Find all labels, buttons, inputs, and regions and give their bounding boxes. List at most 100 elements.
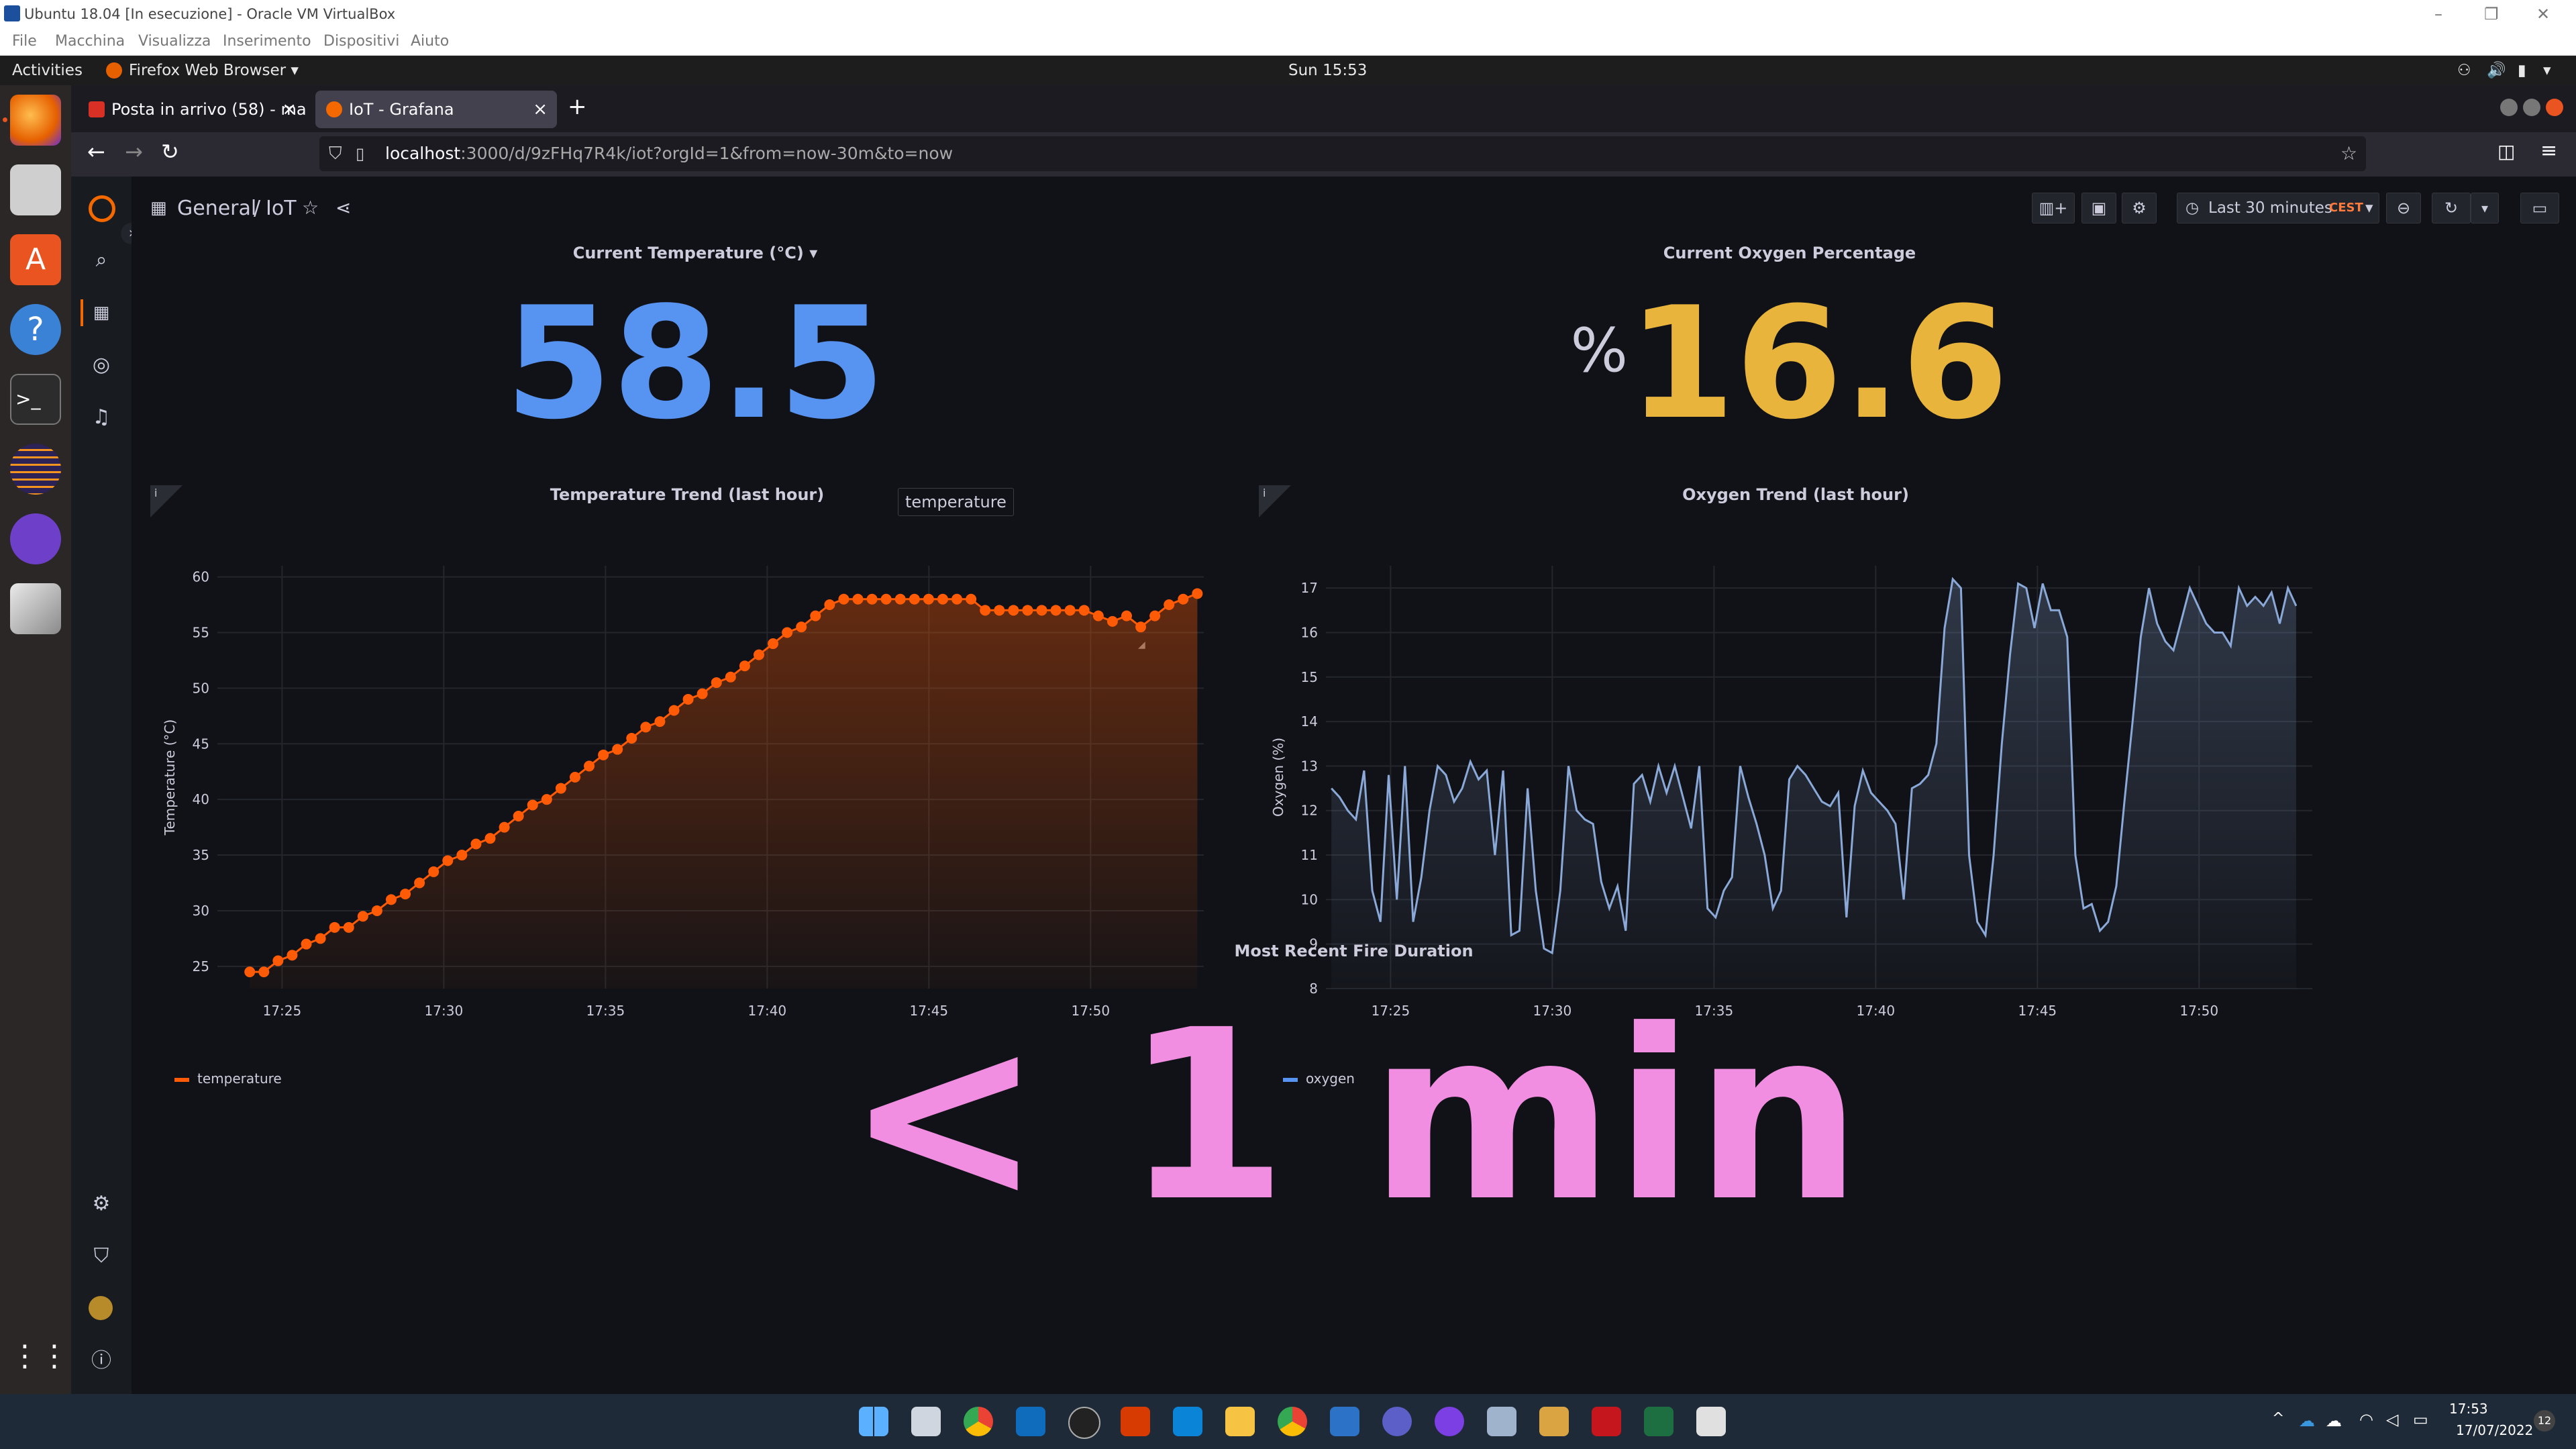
mail-icon[interactable] xyxy=(1016,1407,1045,1436)
panel-title[interactable]: Current Oxygen Percentage xyxy=(1261,244,2318,262)
data-point[interactable] xyxy=(499,821,510,833)
cloud-icon[interactable]: ☁ xyxy=(2326,1411,2342,1430)
wifi-icon[interactable]: ◠ xyxy=(2359,1410,2373,1429)
tv-mode-icon[interactable]: ▭ xyxy=(2520,193,2559,223)
data-point[interactable] xyxy=(1064,605,1076,616)
data-point[interactable] xyxy=(541,794,552,805)
notifications-badge[interactable]: 12 xyxy=(2534,1410,2555,1432)
clock[interactable]: Sun 15:53 xyxy=(1288,56,1367,85)
vscode-icon[interactable] xyxy=(1173,1407,1202,1436)
dell-icon[interactable] xyxy=(1068,1407,1100,1439)
data-point[interactable] xyxy=(1008,605,1019,616)
data-point[interactable] xyxy=(513,811,524,822)
snipping-tool-icon[interactable] xyxy=(1696,1407,1726,1436)
settings-gear-icon[interactable]: ⚙ xyxy=(2122,193,2157,223)
restore-icon[interactable]: ❐ xyxy=(2484,0,2499,28)
add-panel-button[interactable]: ▥+ xyxy=(2032,193,2075,223)
data-point[interactable] xyxy=(598,749,609,760)
data-point[interactable] xyxy=(357,911,368,922)
data-point[interactable] xyxy=(442,855,454,866)
java-app-icon[interactable] xyxy=(10,583,61,634)
data-point[interactable] xyxy=(909,593,920,605)
back-icon[interactable]: ← xyxy=(87,139,105,164)
search-icon[interactable]: ⌕ xyxy=(89,248,114,273)
hamburger-menu-icon[interactable]: ≡ xyxy=(2540,139,2557,162)
eclipse-icon[interactable] xyxy=(10,444,61,495)
data-point[interactable] xyxy=(371,905,382,916)
data-point[interactable] xyxy=(753,649,764,660)
data-point[interactable] xyxy=(1121,610,1132,621)
data-point[interactable] xyxy=(1050,605,1062,616)
data-point[interactable] xyxy=(824,599,835,611)
data-point[interactable] xyxy=(400,889,411,900)
menu-file[interactable]: File xyxy=(12,28,37,55)
panel-fire-duration[interactable]: Most Recent Fire Duration < 1 min xyxy=(132,942,2576,1385)
chevron-down-icon[interactable]: ▾ xyxy=(2543,56,2551,85)
forward-icon[interactable]: → xyxy=(125,139,143,164)
terminal-icon[interactable]: >_ xyxy=(10,374,61,425)
alerting-bell-icon[interactable]: ♫ xyxy=(89,405,114,430)
new-tab-button[interactable]: + xyxy=(568,93,587,120)
onedrive-icon[interactable]: ☁ xyxy=(2299,1411,2315,1430)
data-point[interactable] xyxy=(682,693,694,705)
speaker-icon[interactable]: ◁ xyxy=(2386,1410,2398,1429)
help-icon[interactable]: ⓘ xyxy=(89,1348,114,1374)
app-menu[interactable]: Firefox Web Browser ▾ xyxy=(129,56,299,85)
menu-dispositivi[interactable]: Dispositivi xyxy=(323,28,399,55)
data-point[interactable] xyxy=(711,677,722,689)
notepad-plus-icon[interactable] xyxy=(1644,1407,1673,1436)
help-icon[interactable]: ? xyxy=(10,304,61,355)
tab-gmail[interactable]: Posta in arrivo (58) - mat × xyxy=(78,91,306,128)
server-admin-shield-icon[interactable]: ⛉ xyxy=(89,1244,114,1269)
java-icon[interactable] xyxy=(1539,1407,1569,1436)
github-icon[interactable] xyxy=(10,513,61,564)
data-point[interactable] xyxy=(329,921,340,933)
data-point[interactable] xyxy=(1178,593,1189,605)
share-icon[interactable]: ⋖ xyxy=(336,197,351,219)
user-avatar[interactable] xyxy=(89,1296,113,1320)
data-point[interactable] xyxy=(725,671,736,683)
panel-title[interactable]: Current Temperature (°C) ▾ xyxy=(132,244,1259,262)
data-point[interactable] xyxy=(527,799,538,811)
acrobat-icon[interactable] xyxy=(1592,1407,1621,1436)
breadcrumb-folder[interactable]: General xyxy=(177,197,256,220)
minimize-icon[interactable]: – xyxy=(2434,0,2442,28)
data-point[interactable] xyxy=(1022,605,1033,616)
data-point[interactable] xyxy=(1078,605,1090,616)
data-point[interactable] xyxy=(1192,588,1203,599)
save-dashboard-icon[interactable]: ▣ xyxy=(2081,193,2116,223)
data-point[interactable] xyxy=(796,621,807,633)
pocket-icon[interactable]: ◫ xyxy=(2497,140,2515,162)
chevron-up-icon[interactable]: ^ xyxy=(2272,1410,2284,1427)
page-info-icon[interactable]: ▯ xyxy=(356,136,364,171)
window-maximize-button[interactable] xyxy=(2523,99,2540,116)
chrome-profile-icon[interactable] xyxy=(1278,1407,1307,1436)
volume-icon[interactable]: 🔊 xyxy=(2487,56,2506,85)
data-point[interactable] xyxy=(668,705,680,716)
software-center-icon[interactable]: A xyxy=(10,234,61,285)
bookmark-star-icon[interactable]: ☆ xyxy=(2340,136,2357,171)
panel-title[interactable]: Oxygen Trend (last hour) xyxy=(1259,485,2332,504)
data-point[interactable] xyxy=(1106,615,1118,627)
data-point[interactable] xyxy=(484,833,496,844)
data-point[interactable] xyxy=(980,605,991,616)
data-point[interactable] xyxy=(768,638,779,650)
chrome-icon[interactable] xyxy=(964,1407,993,1436)
window-minimize-button[interactable] xyxy=(2500,99,2518,116)
data-point[interactable] xyxy=(937,593,948,605)
close-tab-icon[interactable]: × xyxy=(282,91,297,128)
show-apps-icon[interactable]: ⋮⋮⋮ xyxy=(10,1331,99,1382)
menu-macchina[interactable]: Macchina xyxy=(55,28,125,55)
battery-icon[interactable]: ▮ xyxy=(2518,56,2526,85)
data-point[interactable] xyxy=(1036,605,1047,616)
data-point[interactable] xyxy=(739,660,750,672)
breadcrumb-dashboard[interactable]: IoT xyxy=(266,197,297,220)
configuration-gear-icon[interactable]: ⚙ xyxy=(89,1191,114,1217)
shield-icon[interactable]: ⛉ xyxy=(329,136,342,171)
time-picker-button[interactable]: ◷ Last 30 minutes CEST ▾ xyxy=(2177,193,2379,223)
data-point[interactable] xyxy=(1135,621,1147,633)
firefox-dock-icon[interactable] xyxy=(10,95,61,146)
url-bar[interactable]: ⛉ ▯ localhost:3000/d/9zFHq7R4k/iot?orgId… xyxy=(319,136,2366,171)
data-point[interactable] xyxy=(456,850,468,861)
data-point[interactable] xyxy=(810,610,821,621)
